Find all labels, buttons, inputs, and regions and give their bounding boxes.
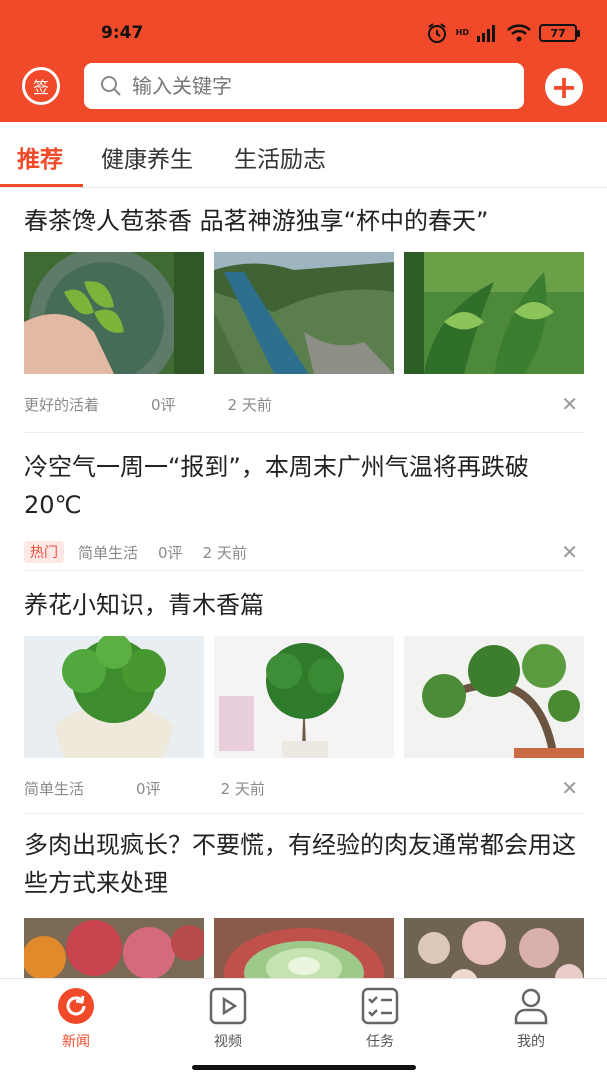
tea-plant-image[interactable]	[404, 252, 584, 374]
hd-indicator: HD	[455, 28, 469, 37]
status-time: 9:47	[101, 23, 144, 43]
close-icon[interactable]: ✕	[561, 540, 578, 564]
article-title[interactable]: 养花小知识，青木香篇	[24, 586, 584, 624]
tab-health[interactable]: 健康养生	[101, 140, 193, 174]
nav-profile[interactable]: 我的	[491, 987, 571, 1051]
search-input[interactable]	[132, 74, 492, 98]
bonsai-tree-image[interactable]	[214, 636, 394, 758]
profile-icon	[514, 988, 548, 1025]
succulent-rosette-image[interactable]	[214, 918, 394, 978]
tea-leaves-image[interactable]	[24, 252, 204, 374]
tab-recommend[interactable]: 推荐	[17, 140, 63, 174]
app-header: 9:47 HD 77 签 +	[0, 0, 607, 122]
alarm-icon	[427, 23, 446, 43]
nav-video-label: 视频	[214, 1034, 242, 1050]
add-button[interactable]: +	[545, 68, 583, 106]
video-icon	[209, 987, 247, 1025]
nav-profile-label: 我的	[517, 1034, 545, 1050]
status-bar: 9:47 HD 77	[0, 0, 607, 56]
article-meta: 热门 简单生活 0评 2 天前 ✕	[24, 540, 584, 564]
active-tab-indicator	[0, 184, 83, 187]
search-bar[interactable]	[84, 63, 524, 109]
article-images	[24, 252, 584, 374]
article-meta: 简单生活 0评 2 天前 ✕	[24, 776, 584, 800]
hot-badge: 热门	[24, 541, 64, 563]
nav-tasks-label: 任务	[366, 1034, 394, 1050]
river-valley-image[interactable]	[214, 252, 394, 374]
article-source: 更好的活着	[24, 395, 100, 414]
publish-time: 2 天前	[227, 395, 272, 414]
close-icon[interactable]: ✕	[561, 776, 578, 800]
news-feed[interactable]: 春茶馋人苞茶香 品茗神游独享“杯中的春天” 更好的活着 0评 2 天前 ✕ 冷空…	[0, 188, 607, 978]
publish-time: 2 天前	[202, 543, 247, 562]
signal-icon	[477, 25, 495, 42]
comment-count: 0评	[158, 543, 183, 562]
category-tabs: 推荐 健康养生 生活励志	[0, 122, 607, 188]
nav-video[interactable]: 视频	[188, 987, 268, 1051]
article-card[interactable]: 养花小知识，青木香篇 简单生活 0评 2 天前 ✕	[24, 586, 584, 814]
comment-count: 0评	[151, 395, 176, 414]
article-meta: 更好的活着 0评 2 天前 ✕	[24, 392, 584, 416]
article-card[interactable]: 多肉出现疯长？不要慌，有经验的肉友通常都会用这些方式来处理	[24, 826, 584, 978]
article-images	[24, 636, 584, 758]
article-card[interactable]: 冷空气一周一“报到”，本周末广州气温将再跌破20℃ 热门 简单生活 0评 2 天…	[24, 448, 584, 571]
article-images	[24, 918, 584, 978]
refresh-icon	[58, 988, 94, 1024]
article-card[interactable]: 春茶馋人苞茶香 品茗神游独享“杯中的春天” 更好的活着 0评 2 天前 ✕	[24, 202, 584, 433]
article-title[interactable]: 多肉出现疯长？不要慌，有经验的肉友通常都会用这些方式来处理	[24, 826, 584, 902]
article-source: 简单生活	[24, 779, 85, 798]
status-icons: HD 77	[426, 22, 580, 44]
sign-in-button[interactable]: 签	[22, 67, 60, 105]
article-source: 简单生活	[78, 543, 139, 562]
plus-icon: +	[550, 68, 578, 106]
article-title[interactable]: 春茶馋人苞茶香 品茗神游独享“杯中的春天”	[24, 202, 584, 240]
nav-news[interactable]: 新闻	[36, 987, 116, 1051]
publish-time: 2 天前	[220, 779, 265, 798]
potted-shrub-image[interactable]	[24, 636, 204, 758]
nav-tasks[interactable]: 任务	[340, 987, 420, 1051]
sign-label: 签	[32, 78, 49, 97]
task-list-icon	[361, 987, 399, 1025]
home-indicator[interactable]	[192, 1065, 416, 1070]
close-icon[interactable]: ✕	[561, 392, 578, 416]
comment-count: 0评	[136, 779, 161, 798]
battery-indicator: 77	[539, 24, 580, 42]
succulents-pink-image[interactable]	[404, 918, 584, 978]
nav-news-label: 新闻	[62, 1034, 90, 1050]
article-title[interactable]: 冷空气一周一“报到”，本周末广州气温将再跌破20℃	[24, 448, 584, 524]
wifi-icon	[507, 24, 531, 42]
succulents-image[interactable]	[24, 918, 204, 978]
tab-life[interactable]: 生活励志	[234, 140, 326, 174]
bonsai-branch-image[interactable]	[404, 636, 584, 758]
search-icon	[101, 76, 121, 96]
